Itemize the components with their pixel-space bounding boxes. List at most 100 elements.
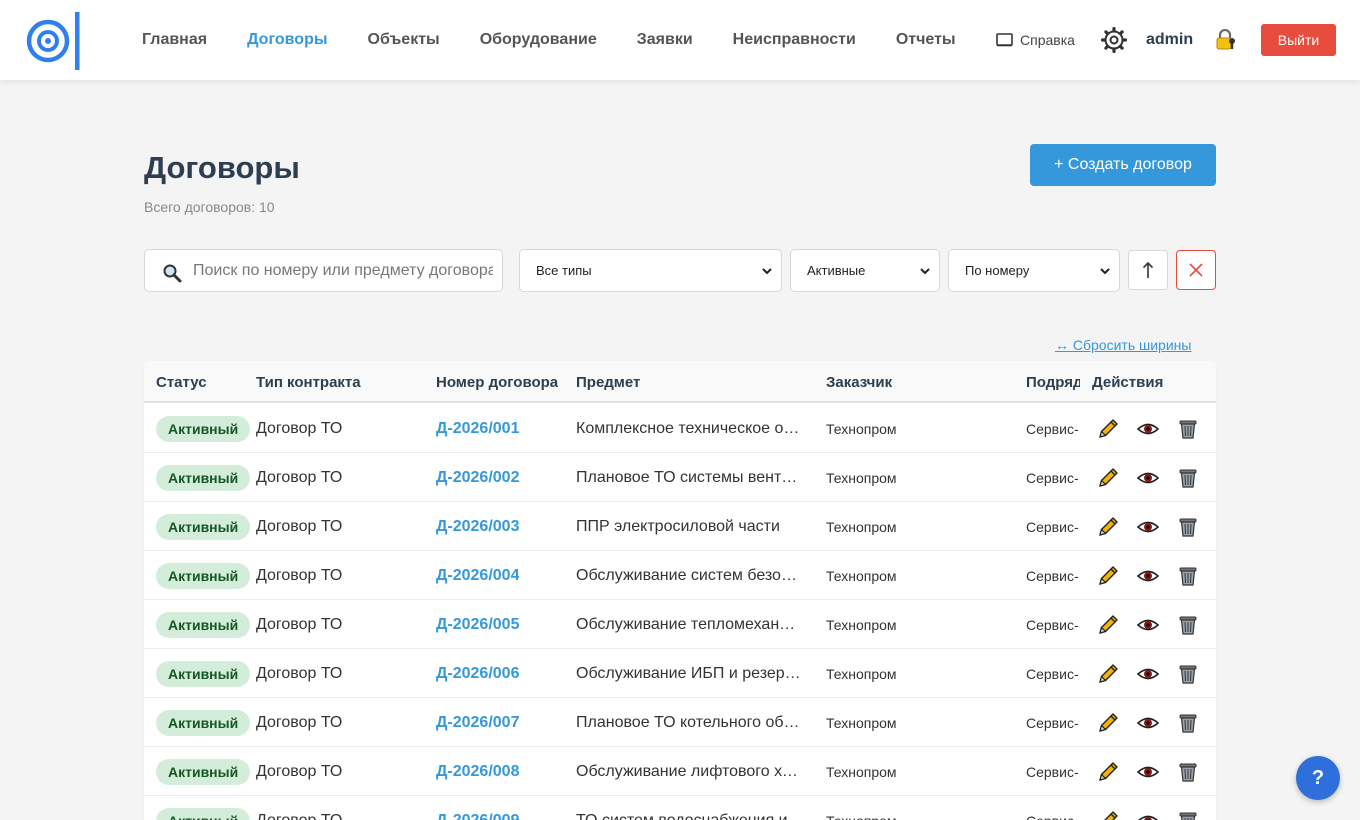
table-row[interactable]: Активный Договор ТО Д-2026/006 Обслуживание… — [144, 649, 1216, 698]
edit-pencil-icon[interactable] — [1096, 515, 1120, 539]
col-customer[interactable]: Заказчик — [826, 374, 892, 391]
status-badge: Активный — [156, 661, 251, 687]
app-logo-icon[interactable] — [26, 12, 84, 70]
delete-trash-icon[interactable] — [1176, 613, 1200, 637]
table-row[interactable]: Активный Договор ТО Д-2026/002 Плановое ТО … — [144, 453, 1216, 502]
contract-number-link[interactable]: Д-2026/003 — [436, 518, 519, 536]
nav-requests[interactable]: Заявки — [637, 31, 693, 49]
delete-trash-icon[interactable] — [1176, 564, 1200, 588]
contract-subject: Плановое ТО системы вентиляции — [576, 469, 802, 486]
logout-button[interactable]: Выйти — [1261, 24, 1336, 56]
view-eye-icon[interactable] — [1136, 613, 1160, 637]
nav-faults[interactable]: Неисправности — [733, 31, 856, 49]
nav-contracts[interactable]: Договоры — [247, 31, 327, 49]
contract-contractor: Сервис- — [1026, 666, 1079, 682]
contract-customer: Технопром — [826, 568, 897, 584]
contract-number-link[interactable]: Д-2026/004 — [436, 567, 519, 585]
table-row[interactable]: Активный Договор ТО Д-2026/005 Обслуживание… — [144, 600, 1216, 649]
nav-objects[interactable]: Объекты — [368, 31, 440, 49]
type-select[interactable]: Все типы — [519, 249, 782, 292]
nav-home[interactable]: Главная — [142, 31, 207, 49]
delete-trash-icon[interactable] — [1176, 515, 1200, 539]
reset-widths-link[interactable]: ↔ Сбросить ширины — [1055, 337, 1191, 353]
col-status[interactable]: Статус — [156, 374, 207, 391]
col-type[interactable]: Тип контракта — [256, 374, 361, 391]
search-input[interactable] — [193, 260, 493, 282]
arrow-up-icon — [1142, 261, 1154, 278]
contract-customer: Технопром — [826, 617, 897, 633]
table-row[interactable]: Активный Договор ТО Д-2026/007 Плановое ТО … — [144, 698, 1216, 747]
page-title: Договоры — [144, 150, 300, 185]
table-row[interactable]: Активный Договор ТО Д-2026/009 ТО систем во… — [144, 796, 1216, 820]
contract-subject: ППР электросиловой части — [576, 518, 780, 535]
lock-key-icon[interactable] — [1215, 29, 1237, 51]
contract-number-link[interactable]: Д-2026/002 — [436, 469, 519, 487]
view-eye-icon[interactable] — [1136, 662, 1160, 686]
table-row[interactable]: Активный Договор ТО Д-2026/004 Обслуживание… — [144, 551, 1216, 600]
book-icon — [996, 33, 1013, 47]
view-eye-icon[interactable] — [1136, 515, 1160, 539]
contract-customer: Технопром — [826, 715, 897, 731]
edit-pencil-icon[interactable] — [1096, 809, 1120, 820]
table-row[interactable]: Активный Договор ТО Д-2026/003 ППР электрос… — [144, 502, 1216, 551]
contract-contractor: Сервис- — [1026, 813, 1080, 820]
contract-type: Договор ТО — [256, 567, 343, 584]
edit-pencil-icon[interactable] — [1096, 564, 1120, 588]
contract-customer: Технопром — [826, 421, 897, 437]
sort-select[interactable]: По номеру — [948, 249, 1120, 292]
delete-trash-icon[interactable] — [1176, 760, 1200, 784]
col-contractor[interactable]: Подрядчик — [1026, 374, 1080, 391]
contract-number-link[interactable]: Д-2026/001 — [436, 420, 519, 438]
chevron-down-icon — [762, 268, 772, 275]
edit-pencil-icon[interactable] — [1096, 711, 1120, 735]
contract-number-link[interactable]: Д-2026/007 — [436, 714, 519, 732]
edit-pencil-icon[interactable] — [1096, 417, 1120, 441]
contract-number-link[interactable]: Д-2026/008 — [436, 763, 519, 781]
status-select[interactable]: Активные — [790, 249, 940, 292]
table-row[interactable]: Активный Договор ТО Д-2026/008 Обслуживание… — [144, 747, 1216, 796]
delete-trash-icon[interactable] — [1176, 466, 1200, 490]
contract-customer: Технопром — [826, 666, 897, 682]
help-fab-button[interactable]: ? — [1296, 756, 1340, 800]
table-row[interactable]: Активный Договор ТО Д-2026/001 Комплексное … — [144, 404, 1216, 453]
view-eye-icon[interactable] — [1136, 711, 1160, 735]
col-subject[interactable]: Предмет — [576, 374, 640, 391]
delete-trash-icon[interactable] — [1176, 417, 1200, 441]
clear-filters-button[interactable] — [1176, 250, 1216, 290]
delete-trash-icon[interactable] — [1176, 809, 1200, 820]
view-eye-icon[interactable] — [1136, 809, 1160, 820]
contract-contractor: Сервис- — [1026, 568, 1079, 584]
contract-customer: Технопром — [826, 519, 897, 535]
delete-trash-icon[interactable] — [1176, 662, 1200, 686]
help-link[interactable]: Справка — [996, 32, 1075, 48]
contract-customer: Технопром — [826, 813, 897, 820]
edit-pencil-icon[interactable] — [1096, 466, 1120, 490]
status-badge: Активный — [156, 563, 251, 589]
col-number[interactable]: Номер договора — [436, 374, 558, 391]
edit-pencil-icon[interactable] — [1096, 613, 1120, 637]
contract-type: Договор ТО — [256, 518, 343, 535]
contract-number-link[interactable]: Д-2026/006 — [436, 665, 519, 683]
view-eye-icon[interactable] — [1136, 760, 1160, 784]
gear-icon[interactable] — [1101, 27, 1127, 53]
view-eye-icon[interactable] — [1136, 466, 1160, 490]
main-nav: Главная Договоры Объекты Оборудование За… — [142, 0, 996, 80]
contract-number-link[interactable]: Д-2026/005 — [436, 616, 519, 634]
username: admin — [1146, 31, 1194, 48]
nav-equipment[interactable]: Оборудование — [480, 31, 597, 49]
contract-type: Договор ТО — [256, 812, 342, 820]
close-icon — [1189, 263, 1203, 277]
delete-trash-icon[interactable] — [1176, 711, 1200, 735]
contract-type: Договор ТО — [256, 763, 343, 780]
edit-pencil-icon[interactable] — [1096, 760, 1120, 784]
view-eye-icon[interactable] — [1136, 417, 1160, 441]
contract-subject: Комплексное техническое обслуживание — [576, 420, 802, 437]
contract-number-link[interactable]: Д-2026/009 — [436, 812, 519, 820]
edit-pencil-icon[interactable] — [1096, 662, 1120, 686]
create-contract-button[interactable]: + Создать договор — [1030, 144, 1216, 186]
nav-reports[interactable]: Отчеты — [896, 31, 956, 49]
contract-type: Договор ТО — [256, 420, 343, 437]
sort-direction-button[interactable] — [1128, 250, 1168, 290]
status-badge: Активный — [156, 612, 251, 638]
view-eye-icon[interactable] — [1136, 564, 1160, 588]
